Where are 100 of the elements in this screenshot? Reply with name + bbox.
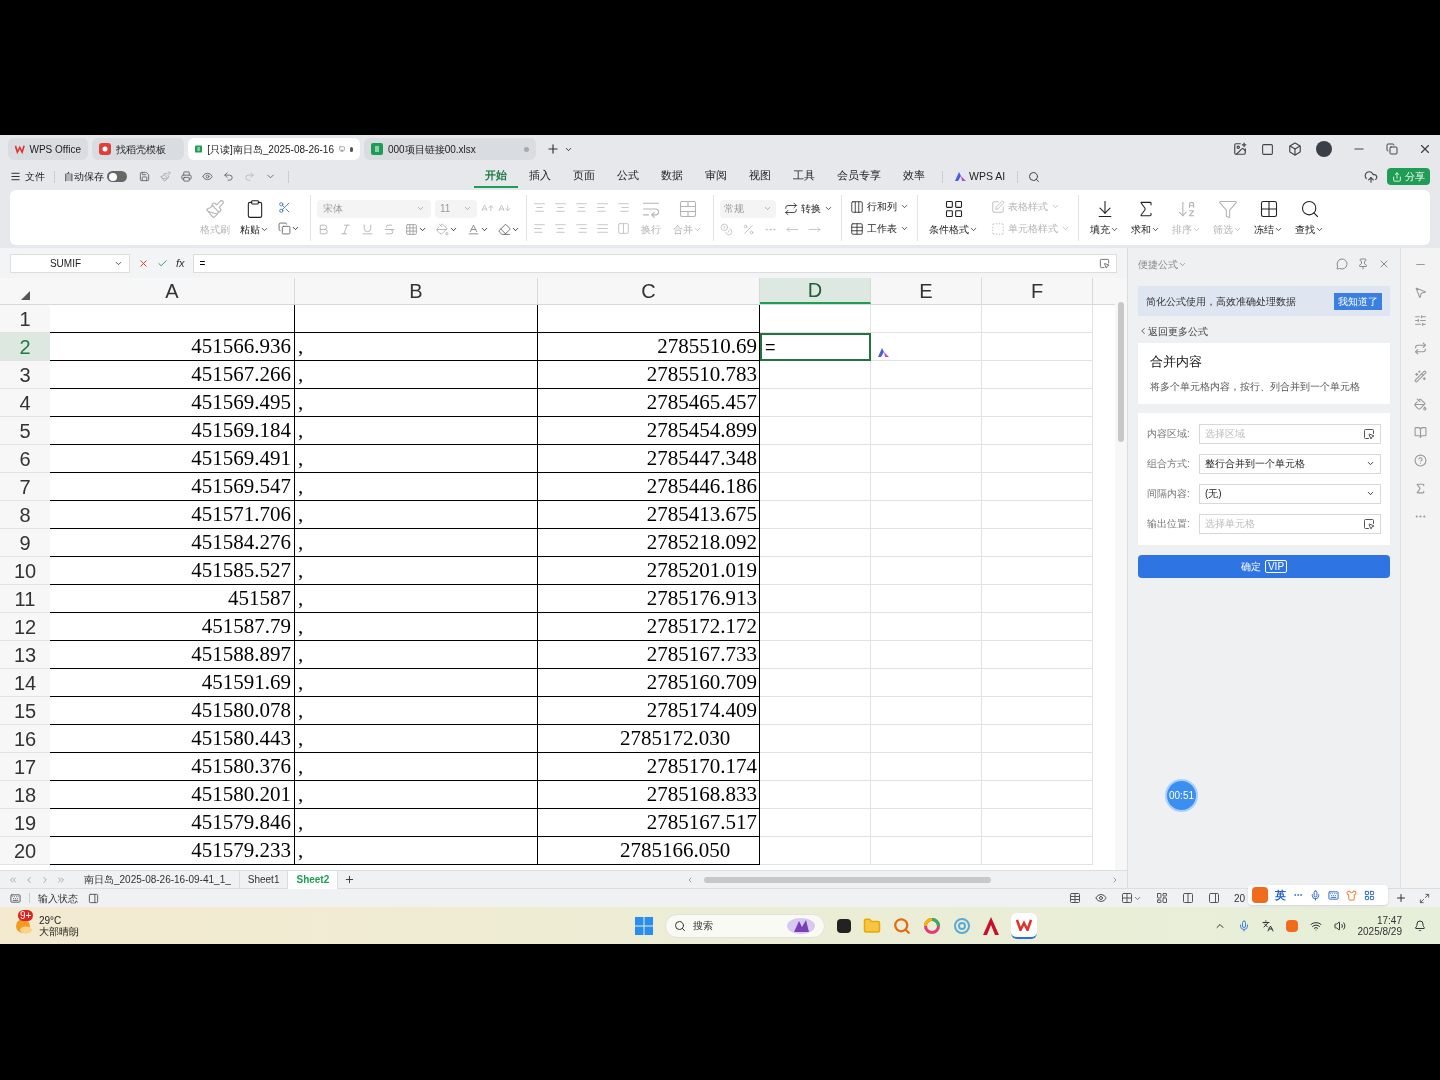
italic-icon[interactable]: [339, 222, 352, 236]
align-icon[interactable]: [554, 200, 567, 214]
scrollbar[interactable]: [1118, 302, 1124, 442]
previous-sheet-icon[interactable]: [24, 874, 34, 885]
back-link[interactable]: 返回更多公式: [1138, 324, 1390, 338]
copy-icon[interactable]: [278, 221, 291, 235]
layout-icon[interactable]: [1120, 892, 1133, 904]
language-icon[interactable]: [1261, 919, 1274, 932]
row-header[interactable]: 4: [0, 389, 50, 417]
row-header[interactable]: 16: [0, 725, 50, 753]
file-menu[interactable]: 文件: [10, 169, 45, 184]
range-picker-icon[interactable]: [1363, 427, 1375, 440]
eraser-icon[interactable]: [498, 222, 511, 236]
page-view-icon[interactable]: [1181, 892, 1194, 904]
new-tab-icon[interactable]: [546, 142, 560, 156]
input-icon[interactable]: [10, 892, 21, 904]
column-header[interactable]: F: [982, 278, 1093, 304]
row-header[interactable]: 10: [0, 557, 50, 585]
bold-icon[interactable]: [317, 222, 330, 236]
book-icon[interactable]: [1414, 426, 1427, 439]
borders-icon[interactable]: [405, 222, 418, 236]
ribbon-button[interactable]: 填充: [1085, 198, 1124, 237]
eye-icon[interactable]: [1094, 892, 1107, 904]
toolbox-icon[interactable]: [1364, 889, 1375, 901]
ribbon-tab[interactable]: 公式: [606, 165, 650, 188]
fullscreen-icon[interactable]: [1419, 892, 1430, 904]
transform-icon[interactable]: [1414, 342, 1427, 355]
window-icon[interactable]: [1261, 142, 1274, 156]
align-icon[interactable]: [617, 200, 630, 214]
select-field[interactable]: 整行合并到一个单元格: [1199, 453, 1381, 474]
row-header[interactable]: 14: [0, 669, 50, 697]
ribbon-button[interactable]: 冻结: [1249, 198, 1288, 237]
row-header[interactable]: 13: [0, 641, 50, 669]
normal-view-icon[interactable]: [1155, 892, 1168, 904]
ribbon-tab[interactable]: 会员专享: [826, 165, 892, 188]
row-header[interactable]: 7: [0, 473, 50, 501]
scroll-left-icon[interactable]: [686, 875, 694, 884]
align-icon[interactable]: [554, 221, 567, 235]
ribbon-tab[interactable]: 审阅: [694, 165, 738, 188]
got-it-button[interactable]: 我知道了: [1334, 292, 1382, 310]
ribbon-tab[interactable]: 视图: [738, 165, 782, 188]
range-picker-icon[interactable]: [1363, 517, 1375, 530]
ribbon-tab[interactable]: 插入: [518, 165, 562, 188]
row-header[interactable]: 2: [0, 333, 50, 361]
break-view-icon[interactable]: [1207, 892, 1220, 904]
sliders-icon[interactable]: [1414, 314, 1427, 327]
document-tab[interactable]: WPS Office: [8, 138, 88, 160]
ribbon-tab[interactable]: 数据: [650, 165, 694, 188]
restore-icon[interactable]: [1386, 143, 1398, 155]
active-cell[interactable]: =: [760, 333, 871, 361]
scroll-right-icon[interactable]: [1111, 875, 1119, 884]
ribbon-tab[interactable]: 工具: [782, 165, 826, 188]
row-header[interactable]: 18: [0, 781, 50, 809]
row-header[interactable]: 15: [0, 697, 50, 725]
app-icon[interactable]: [837, 918, 852, 933]
ai-tab[interactable]: WPS AI: [949, 168, 1012, 185]
add-sheet-icon[interactable]: [344, 874, 356, 885]
folder-icon[interactable]: [863, 916, 882, 935]
skin-icon[interactable]: [1346, 889, 1357, 901]
microphone-icon[interactable]: [1310, 889, 1321, 901]
volume-icon[interactable]: [1333, 919, 1346, 932]
cube-icon[interactable]: [1288, 142, 1302, 156]
redo-icon[interactable]: [244, 171, 255, 182]
microphone-icon[interactable]: [1237, 919, 1250, 932]
ribbon-tab[interactable]: 效率: [892, 165, 936, 188]
font-color-icon[interactable]: [467, 222, 480, 236]
cancel-icon[interactable]: [138, 257, 149, 269]
column-header[interactable]: E: [871, 278, 982, 304]
magnifier-icon[interactable]: [893, 916, 912, 935]
save-icon[interactable]: [139, 171, 150, 182]
ribbon-button[interactable]: 求和: [1126, 198, 1165, 237]
feedback-icon[interactable]: [1336, 258, 1348, 270]
row-header[interactable]: 3: [0, 361, 50, 389]
align-icon[interactable]: [533, 221, 546, 235]
search-icon[interactable]: [1028, 170, 1041, 183]
document-tab[interactable]: 000项目链接00.xlsx: [364, 138, 536, 160]
notification-icon[interactable]: [1414, 919, 1426, 932]
row-header[interactable]: 12: [0, 613, 50, 641]
taskbar-app[interactable]: [1011, 912, 1038, 939]
percent-icon[interactable]: [742, 222, 755, 236]
select-field[interactable]: (无): [1199, 483, 1381, 504]
align-icon[interactable]: [617, 221, 630, 235]
currency-icon[interactable]: [720, 222, 733, 236]
ribbon-button[interactable]: 行和列: [848, 199, 911, 214]
align-icon[interactable]: [533, 200, 546, 214]
column-header[interactable]: D: [760, 278, 871, 304]
print-icon[interactable]: [181, 171, 192, 182]
panel-icon[interactable]: [88, 892, 99, 904]
document-tab[interactable]: [只读]南日岛_2025-08-26-16: [188, 138, 360, 160]
function-button[interactable]: fx: [176, 254, 185, 272]
row-header[interactable]: 20: [0, 837, 50, 865]
ribbon-tab[interactable]: 开始: [474, 165, 518, 188]
cloud-upload-icon[interactable]: [1364, 169, 1378, 184]
swirl-icon[interactable]: [953, 916, 972, 935]
row-header[interactable]: 8: [0, 501, 50, 529]
row-header[interactable]: 1: [0, 305, 50, 333]
row-header[interactable]: 6: [0, 445, 50, 473]
pointer-icon[interactable]: [1414, 286, 1427, 299]
fill-color-icon[interactable]: [436, 222, 449, 236]
avatar[interactable]: [1316, 141, 1332, 157]
